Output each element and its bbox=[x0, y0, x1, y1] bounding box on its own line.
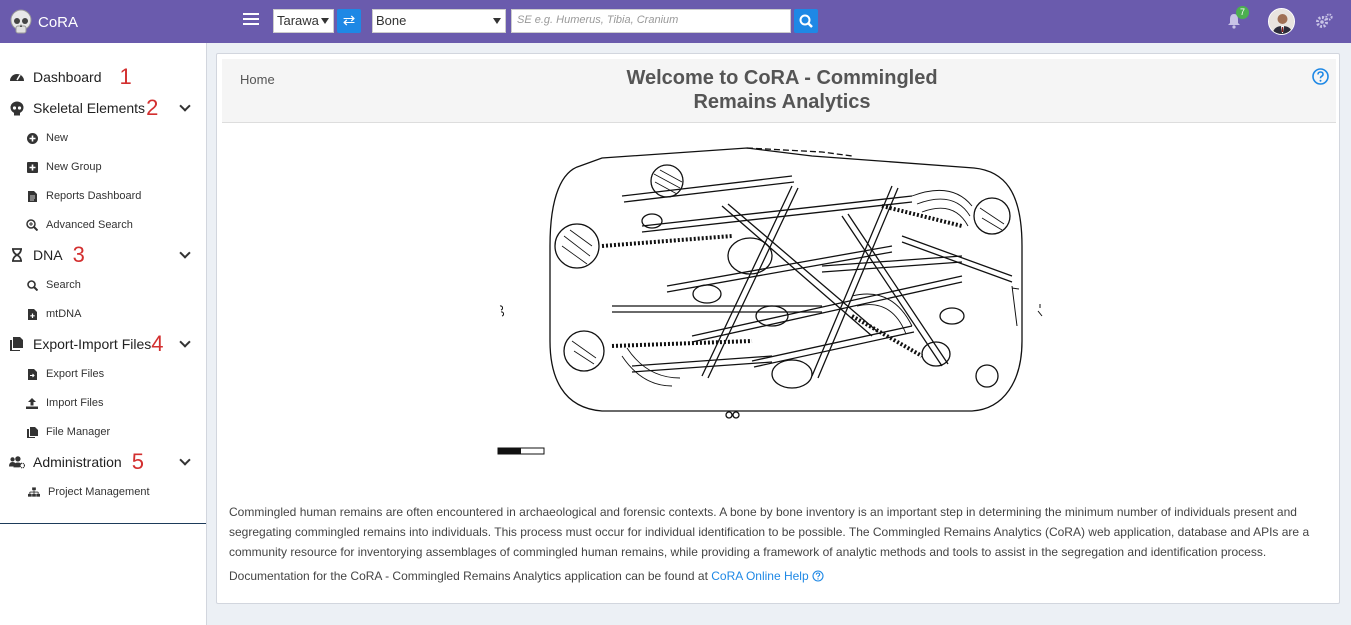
settings-gears-icon[interactable] bbox=[1315, 13, 1333, 29]
swap-arrows-icon: ⇄ bbox=[342, 12, 356, 29]
sidebar-item-label: DNA bbox=[33, 247, 63, 263]
org-select-value: Tarawa bbox=[277, 13, 319, 28]
annotation-number: 1 bbox=[119, 64, 132, 89]
online-help-link[interactable]: CoRA Online Help bbox=[711, 569, 808, 583]
skull-icon bbox=[10, 9, 32, 34]
chevron-down-icon bbox=[179, 247, 191, 259]
sidebar-subitem-label: File Manager bbox=[46, 426, 111, 438]
search-icon bbox=[799, 14, 813, 28]
swap-button[interactable]: ⇄ bbox=[337, 9, 361, 33]
sidebar-subitem-mtdna[interactable]: mtDNA bbox=[26, 305, 81, 323]
chevron-down-icon bbox=[321, 18, 329, 24]
user-photo-icon bbox=[1269, 9, 1294, 34]
sidebar-item-label: Administration bbox=[33, 454, 122, 470]
org-select[interactable]: Tarawa bbox=[273, 9, 334, 33]
plus-square-icon bbox=[26, 161, 38, 173]
sidebar-subitem-label: mtDNA bbox=[46, 308, 82, 320]
menu-toggle-icon[interactable] bbox=[243, 13, 259, 29]
chevron-down-icon bbox=[179, 100, 191, 112]
sidebar-item-label: Skeletal Elements bbox=[33, 100, 146, 116]
users-cog-icon bbox=[9, 454, 25, 470]
page-title: Welcome to CoRA - Commingled Remains Ana… bbox=[626, 67, 938, 113]
annotation-number: 2 bbox=[146, 95, 159, 120]
sidebar: Dashboard 1 Skeletal Elements 2 New New … bbox=[0, 43, 207, 625]
documentation-text: Documentation for the CoRA - Commingled … bbox=[229, 569, 708, 583]
file-export-icon bbox=[26, 368, 38, 380]
sidebar-item-dashboard[interactable]: Dashboard 1 bbox=[9, 66, 199, 88]
sidebar-subitem-label: New Group bbox=[46, 161, 102, 173]
help-circle-icon[interactable] bbox=[1312, 68, 1329, 85]
search-plus-icon bbox=[26, 219, 38, 231]
skull-icon bbox=[9, 100, 25, 116]
help-circle-icon bbox=[812, 570, 824, 582]
search-input[interactable]: SE e.g. Humerus, Tibia, Cranium bbox=[511, 9, 791, 33]
files-icon bbox=[26, 426, 38, 438]
sitemap-icon bbox=[28, 486, 40, 498]
sidebar-subitem-export-files[interactable]: Export Files bbox=[26, 365, 104, 383]
annotation-number: 4 bbox=[151, 331, 164, 356]
app-logo[interactable]: CoRA bbox=[10, 8, 78, 36]
burial-site-drawing bbox=[497, 147, 1043, 455]
top-navbar: CoRA Tarawa ⇄ Bone SE e.g. Humerus, Tibi… bbox=[0, 0, 1351, 43]
sidebar-item-skeletal-elements[interactable]: Skeletal Elements 2 bbox=[9, 97, 199, 119]
chevron-down-icon bbox=[493, 18, 501, 24]
sidebar-item-export-import-files[interactable]: Export-Import Files 4 bbox=[9, 333, 199, 355]
sidebar-subitem-label: Project Management bbox=[48, 486, 150, 498]
sidebar-item-administration[interactable]: Administration 5 bbox=[9, 451, 199, 473]
sidebar-item-label: Dashboard bbox=[33, 69, 102, 85]
chevron-down-icon bbox=[179, 336, 191, 348]
sidebar-subitem-project-management[interactable]: Project Management bbox=[28, 483, 150, 501]
upload-icon bbox=[26, 397, 38, 409]
app-name: CoRA bbox=[38, 13, 79, 31]
sidebar-item-dna[interactable]: DNA 3 bbox=[9, 244, 199, 266]
chevron-down-icon bbox=[179, 454, 191, 466]
breadcrumb-home[interactable]: Home bbox=[240, 72, 275, 87]
documentation-line: Documentation for the CoRA - Commingled … bbox=[229, 569, 824, 583]
sidebar-subitem-label: Reports Dashboard bbox=[46, 190, 142, 202]
sidebar-subitem-label: Import Files bbox=[46, 397, 104, 409]
element-type-value: Bone bbox=[376, 13, 407, 28]
notification-badge: 7 bbox=[1236, 6, 1250, 19]
sidebar-subitem-reports-dashboard[interactable]: Reports Dashboard bbox=[26, 187, 141, 205]
sidebar-item-label: Export-Import Files bbox=[33, 336, 152, 352]
search-button[interactable] bbox=[794, 9, 818, 33]
dashboard-gauge-icon bbox=[9, 69, 25, 85]
sidebar-subitem-label: Advanced Search bbox=[46, 219, 133, 231]
sidebar-subitem-new[interactable]: New bbox=[26, 129, 68, 147]
sidebar-subitem-new-group[interactable]: New Group bbox=[26, 158, 102, 176]
welcome-panel: Home Welcome to CoRA - Commingled Remain… bbox=[216, 53, 1340, 604]
sidebar-subitem-label: New bbox=[46, 132, 69, 144]
sidebar-divider bbox=[0, 523, 206, 524]
sidebar-subitem-dna-search[interactable]: Search bbox=[26, 276, 81, 294]
file-text-icon bbox=[26, 190, 38, 202]
annotation-number: 5 bbox=[131, 449, 144, 474]
dna-hourglass-icon bbox=[9, 247, 25, 263]
intro-paragraph: Commingled human remains are often encou… bbox=[229, 505, 1310, 559]
sidebar-subitem-import-files[interactable]: Import Files bbox=[26, 394, 103, 412]
plus-circle-icon bbox=[26, 132, 38, 144]
user-avatar[interactable] bbox=[1268, 8, 1295, 35]
panel-header: Home Welcome to CoRA - Commingled Remain… bbox=[222, 59, 1336, 123]
files-icon bbox=[9, 336, 25, 352]
sidebar-subitem-file-manager[interactable]: File Manager bbox=[26, 423, 110, 441]
sidebar-subitem-advanced-search[interactable]: Advanced Search bbox=[26, 216, 133, 234]
sidebar-subitem-label: Search bbox=[46, 279, 81, 291]
sidebar-subitem-label: Export Files bbox=[46, 368, 105, 380]
annotation-number: 3 bbox=[72, 242, 85, 267]
search-icon bbox=[26, 279, 38, 291]
file-plus-icon bbox=[26, 308, 38, 320]
search-placeholder: SE e.g. Humerus, Tibia, Cranium bbox=[517, 14, 679, 26]
element-type-select[interactable]: Bone bbox=[372, 9, 506, 33]
